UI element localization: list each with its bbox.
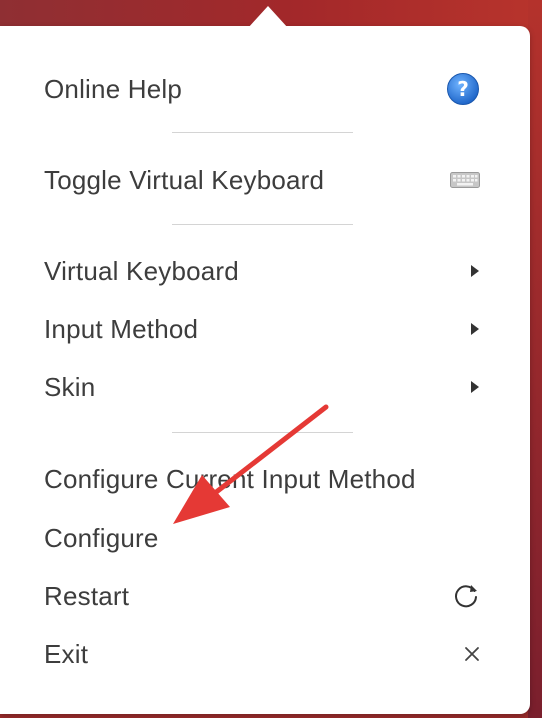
menu-item-label: Configure: [44, 522, 159, 553]
menu-item-exit[interactable]: Exit: [0, 627, 530, 681]
menu-separator: [172, 432, 353, 433]
menu-item-configure-current-input-method[interactable]: Configure Current Input Method: [0, 452, 530, 506]
submenu-arrow-icon: [444, 369, 480, 405]
menu-item-label: Online Help: [44, 73, 183, 104]
desktop-background-edge: [528, 0, 542, 718]
menu-item-input-method[interactable]: Input Method: [0, 302, 530, 356]
menu-item-label: Input Method: [44, 313, 199, 344]
menu-item-label: Toggle Virtual Keyboard: [44, 164, 325, 195]
menu-separator: [172, 132, 353, 133]
keyboard-icon: [444, 162, 480, 198]
menu-item-label: Skin: [44, 371, 96, 402]
menu-item-label: Virtual Keyboard: [44, 255, 239, 286]
menu-pointer-notch: [248, 6, 288, 28]
menu-item-toggle-virtual-keyboard[interactable]: Toggle Virtual Keyboard: [0, 153, 530, 207]
menu-item-restart[interactable]: Restart: [0, 569, 530, 623]
menu-item-configure[interactable]: Configure: [0, 511, 530, 565]
submenu-arrow-icon: [444, 311, 480, 347]
menu-separator: [172, 224, 353, 225]
menu-item-label: Restart: [44, 580, 130, 611]
menu-item-label: Exit: [44, 638, 89, 669]
restart-icon: [444, 578, 480, 614]
menu-item-online-help[interactable]: Online Help ?: [0, 62, 530, 116]
menu-item-skin[interactable]: Skin: [0, 360, 530, 414]
close-icon: [444, 636, 480, 672]
svg-text:?: ?: [457, 77, 469, 101]
submenu-arrow-icon: [444, 253, 480, 289]
input-method-menu: Online Help ? Toggle Virtual Keyboard Vi…: [0, 26, 530, 714]
menu-item-virtual-keyboard[interactable]: Virtual Keyboard: [0, 244, 530, 298]
help-icon: ?: [444, 71, 480, 107]
menu-item-label: Configure Current Input Method: [44, 463, 416, 494]
